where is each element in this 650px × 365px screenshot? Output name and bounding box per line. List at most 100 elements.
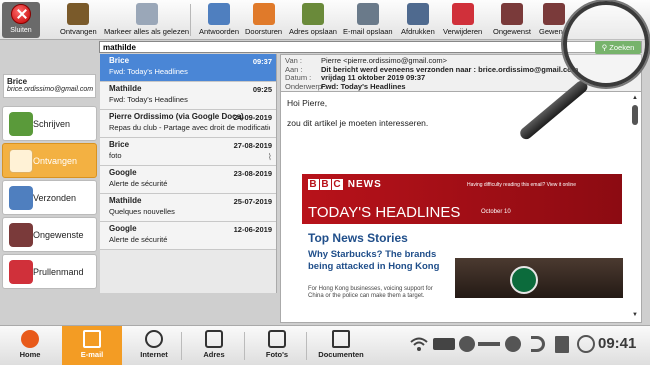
message-subject: Quelques nouvelles — [109, 207, 175, 216]
wifi-icon[interactable] — [409, 334, 429, 354]
message-subject: Alerte de sécurité — [109, 179, 168, 188]
message-row[interactable]: Google 12-06-2019 Alerte de sécurité — [100, 222, 276, 250]
taskbar-documents[interactable]: Documenten — [313, 326, 369, 365]
envelope-icon — [83, 330, 101, 348]
folder-label: Ongewenste — [33, 230, 84, 240]
taskbar-label: Internet — [140, 350, 168, 359]
story-photo[interactable] — [455, 258, 623, 298]
search-input[interactable] — [100, 42, 580, 53]
sent-arrow-icon — [9, 186, 33, 210]
mark-all-read-button[interactable]: Markeer alles als gelezen — [104, 3, 189, 36]
mark-all-read-label: Markeer alles als gelezen — [104, 27, 190, 36]
taskbar-divider — [306, 332, 307, 360]
message-date: 23-08-2019 — [233, 169, 272, 178]
taskbar-label: Home — [19, 350, 41, 359]
close-button[interactable]: Sluiten — [2, 2, 40, 38]
taskbar-label: Adres — [203, 350, 225, 359]
save-email-label: E-mail opslaan — [343, 27, 393, 36]
body-line: zou dit artikel je moeten interesseren. — [287, 118, 429, 128]
folder-inbox[interactable]: Ontvangen — [2, 143, 97, 178]
folder-compose[interactable]: Schrijven — [2, 106, 97, 141]
taskbar-divider — [181, 332, 182, 360]
reply-label: Antwoorden — [199, 27, 240, 36]
save-email-button[interactable]: E-mail opslaan — [343, 3, 393, 36]
taskbar-email[interactable]: E-mail — [62, 326, 122, 365]
subject-value: Fwd: Today's Headlines — [321, 81, 406, 91]
message-subject: Fwd: Today's Headlines — [109, 95, 188, 104]
message-row[interactable]: Pierre Ordissimo (via Google Docs) 24-09… — [100, 110, 276, 138]
message-date: 09:25 — [252, 85, 272, 94]
message-subject: Repas du club - Partage avec droit de mo… — [109, 123, 270, 132]
forward-label: Doorsturen — [245, 27, 283, 36]
headlines-date: October 10 — [481, 209, 511, 215]
message-sender: Brice — [109, 56, 130, 65]
envelope-check-icon — [135, 3, 158, 25]
message-sender: Mathilde — [109, 84, 142, 93]
taskbar-home[interactable]: Home — [8, 326, 52, 365]
folder-label: Ontvangen — [33, 156, 78, 166]
forward-button[interactable]: Doorsturen — [245, 3, 282, 36]
receive-button[interactable]: Ontvangen — [60, 3, 97, 36]
scroll-thumb[interactable] — [632, 105, 638, 125]
taskbar-label: E-mail — [80, 350, 104, 359]
folder-label: Schrijven — [33, 119, 71, 129]
folder-label: Prullenmand — [33, 267, 84, 277]
battery-icon[interactable] — [433, 338, 455, 350]
documents-icon — [332, 330, 350, 348]
scroll-up-arrow-icon[interactable]: ▲ — [630, 95, 640, 103]
delete-button[interactable]: Verwijderen — [443, 3, 482, 36]
message-date: 27-08-2019 — [233, 141, 272, 150]
folder-spam[interactable]: Ongewenste — [2, 217, 97, 252]
trash-icon — [9, 260, 33, 284]
volume-up-icon[interactable] — [505, 336, 521, 352]
message-subject: foto — [109, 151, 122, 160]
volume-slider[interactable] — [478, 342, 500, 346]
bbc-news-logo: BBC NEWS — [308, 179, 382, 190]
message-row[interactable]: Brice 27-08-2019 foto ⌇ — [100, 138, 276, 166]
save-address-button[interactable]: Adres opslaan — [289, 3, 337, 36]
spam-label: Ongewenst — [493, 27, 531, 36]
folder-sent[interactable]: Verzonden — [2, 180, 97, 215]
spam-bin-icon — [500, 3, 523, 25]
delete-label: Verwijderen — [443, 27, 483, 36]
print-button[interactable]: Afdrukken — [401, 3, 435, 36]
message-row[interactable]: Brice 09:37 Fwd: Today's Headlines — [100, 54, 276, 82]
message-date: 09:37 — [252, 57, 272, 66]
trash-icon — [451, 3, 474, 25]
forward-arrow-icon — [252, 3, 275, 25]
save-email-icon — [356, 3, 379, 25]
clock-time: 09:41 — [598, 335, 637, 352]
story-summary: For Hong Kong businesses, voicing suppor… — [308, 286, 433, 299]
message-row[interactable]: Google 23-08-2019 Alerte de sécurité — [100, 166, 276, 194]
message-list: Brice 09:37 Fwd: Today's Headlines Mathi… — [100, 54, 277, 293]
message-subject: Fwd: Today's Headlines — [109, 67, 188, 76]
taskbar-label: Documenten — [318, 350, 364, 359]
scroll-down-arrow-icon[interactable]: ▼ — [630, 312, 640, 320]
trash-icon[interactable] — [555, 336, 569, 353]
message-date: 24-09-2019 — [233, 113, 272, 122]
account-email: brice.ordissimo@gmail.com — [7, 86, 94, 93]
close-icon — [11, 4, 31, 24]
spam-button[interactable]: Ongewenst — [493, 3, 531, 36]
account-box[interactable]: Brice brice.ordissimo@gmail.com — [3, 74, 96, 98]
reader-scrollbar[interactable]: ▲ ▼ — [630, 95, 640, 320]
message-row[interactable]: Mathilde 25-07-2019 Quelques nouvelles — [100, 194, 276, 222]
taskbar-address[interactable]: Adres — [191, 326, 237, 365]
reply-button[interactable]: Antwoorden — [199, 3, 239, 36]
taskbar-internet[interactable]: Internet — [131, 326, 177, 365]
view-online-link[interactable]: Having difficulty reading this email? Vi… — [467, 182, 576, 188]
volume-down-icon[interactable] — [459, 336, 475, 352]
reply-arrow-icon — [208, 3, 231, 25]
taskbar-photos[interactable]: Foto's — [254, 326, 300, 365]
taskbar: Home E-mail Internet Adres Foto's Docume… — [0, 325, 650, 365]
headlines-title: TODAY'S HEADLINES — [308, 204, 461, 221]
folder-list: Schrijven Ontvangen Verzonden Ongewenste… — [2, 106, 97, 292]
attachment-paperclip-icon: ⌇ — [267, 152, 272, 162]
story-title-link[interactable]: Why Starbucks? The brands being attacked… — [308, 249, 448, 273]
bbc-news-banner: BBC NEWS Having difficulty reading this … — [302, 174, 622, 224]
message-row[interactable]: Mathilde 09:25 Fwd: Today's Headlines — [100, 82, 276, 110]
folder-trash[interactable]: Prullenmand — [2, 254, 97, 289]
folder-label: Verzonden — [33, 193, 77, 203]
starbucks-logo-icon — [510, 266, 538, 294]
newsletter: BBC NEWS Having difficulty reading this … — [302, 174, 623, 299]
